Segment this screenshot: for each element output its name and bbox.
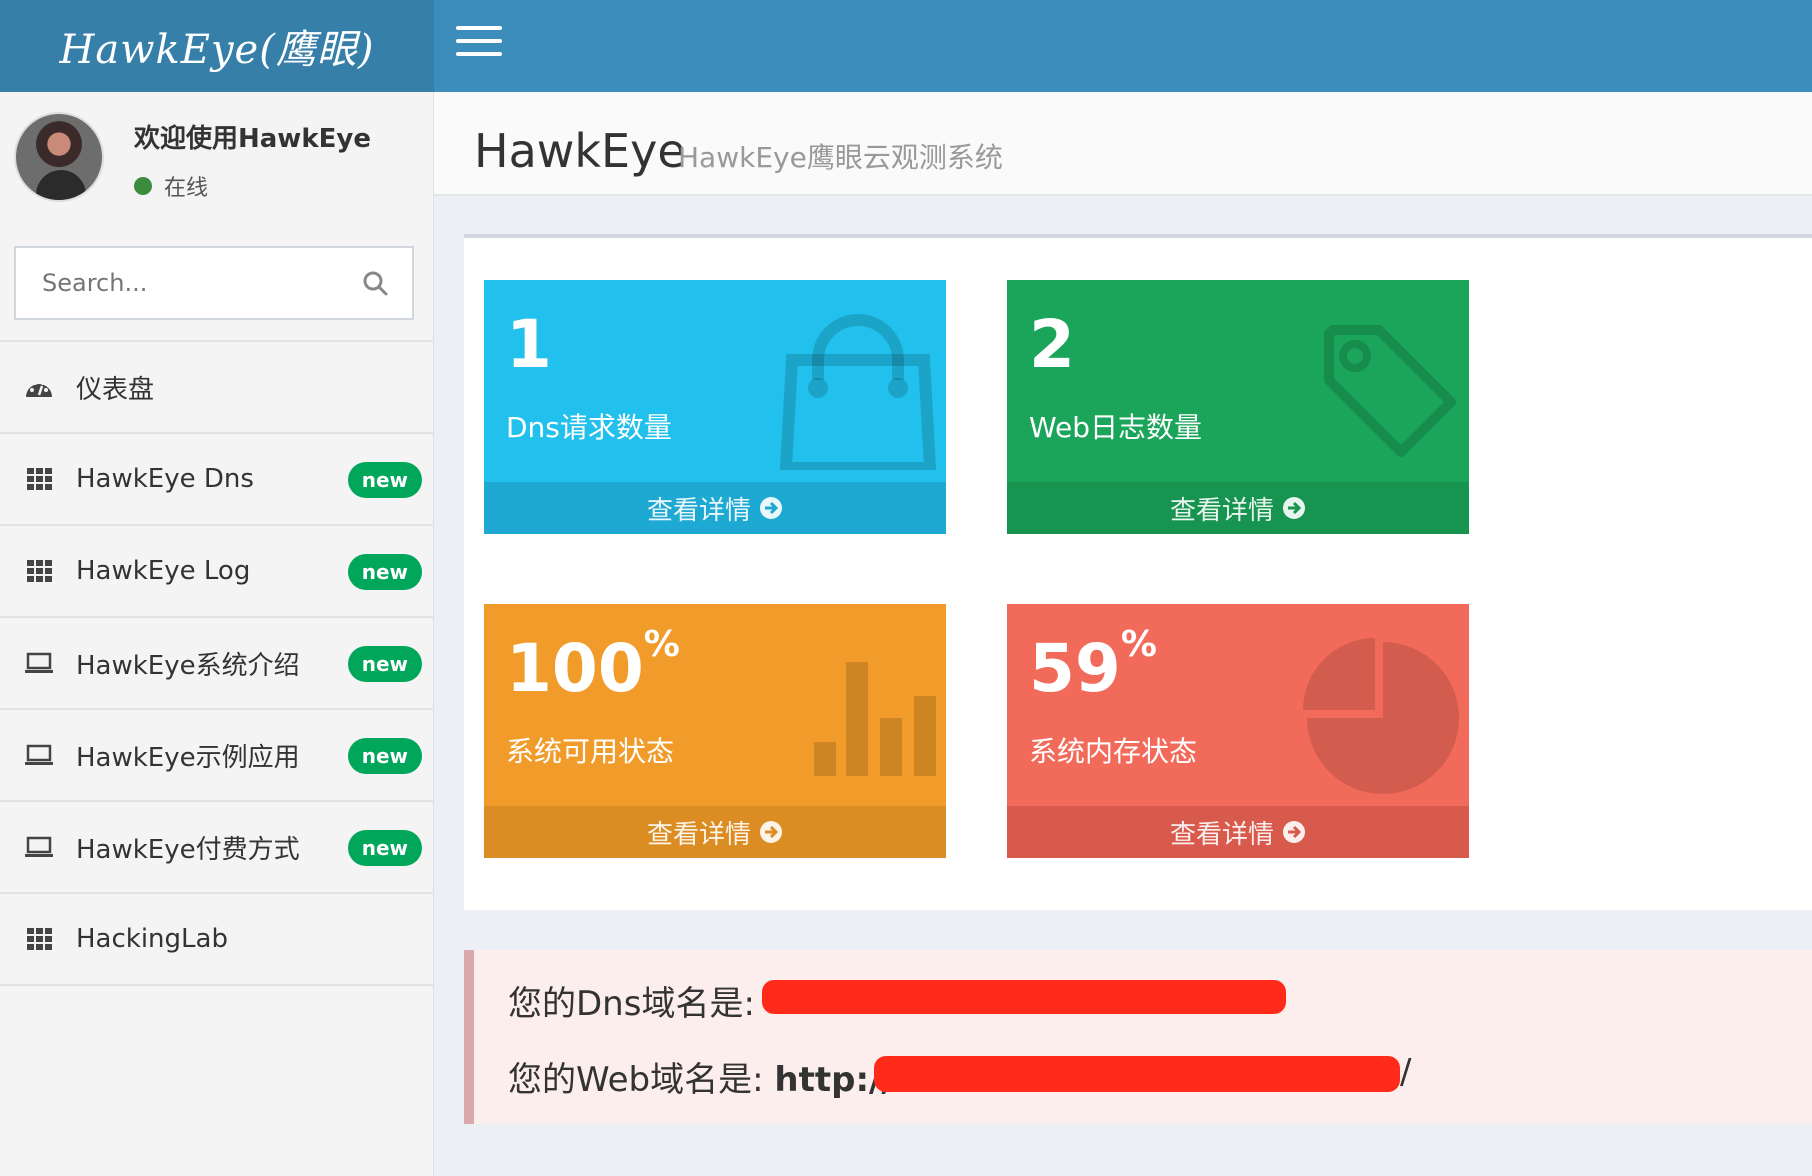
page-subtitle: HawkEye鹰眼云观测系统 (678, 141, 1003, 174)
stat-label: 系统可用状态 (506, 735, 675, 768)
logo-bar[interactable]: HawkEye(鹰眼) (0, 0, 434, 92)
avatar (14, 112, 104, 202)
stat-label: Dns请求数量 (506, 411, 672, 444)
page-title: HawkEye (474, 124, 686, 178)
sidebar-item-payment[interactable]: HawkEye付费方式 new (0, 802, 434, 894)
web-domain-suffix: / (1400, 1052, 1412, 1092)
stat-value: 100% (506, 624, 680, 707)
dns-domain-redaction (762, 980, 1286, 1014)
sidebar-toggle-icon[interactable] (456, 26, 502, 60)
stat-card-memory-status[interactable]: 59% 系统内存状态 查看详情 (1007, 604, 1469, 858)
new-badge: new (347, 738, 422, 774)
sidebar-item-dashboard[interactable]: 仪表盘 (0, 342, 434, 434)
sidebar-search (14, 246, 414, 320)
stat-card-dns-requests[interactable]: 1 Dns请求数量 查看详情 (484, 280, 946, 534)
stat-value: 1 (506, 306, 552, 383)
web-domain-suffix-line: / (1400, 1052, 1411, 1092)
domain-info-callout: 您的Dns域名是: 您的Web域名是: http:// / (464, 950, 1812, 1124)
sidebar-item-system-intro[interactable]: HawkEye系统介绍 new (0, 618, 434, 710)
sidebar-item-label: 仪表盘 (76, 374, 155, 405)
shopping-bag-icon (779, 314, 937, 470)
sidebar-item-label: HawkEye付费方式 (76, 834, 300, 865)
laptop-icon (24, 742, 54, 768)
laptop-icon (24, 834, 54, 860)
user-panel: 欢迎使用HawkEye 在线 (0, 92, 433, 242)
laptop-icon (24, 650, 54, 676)
sidebar-item-label: HawkEye Dns (76, 464, 254, 494)
sidebar-item-examples[interactable]: HawkEye示例应用 new (0, 710, 434, 802)
new-badge: new (347, 554, 422, 590)
stat-card-web-logs[interactable]: 2 Web日志数量 查看详情 (1007, 280, 1469, 534)
sidebar-item-label: HawkEye示例应用 (76, 742, 300, 773)
sidebar-item-hawkeye-dns[interactable]: HawkEye Dns new (0, 434, 434, 526)
sidebar-menu: 仪表盘 HawkEye Dns new HawkEye Log new Hawk… (0, 340, 434, 986)
grid-icon (24, 558, 54, 584)
new-badge: new (347, 830, 422, 866)
tag-icon (1324, 325, 1456, 457)
top-navbar (434, 0, 1812, 92)
stat-value: 59% (1029, 624, 1157, 707)
view-details-link[interactable]: 查看详情 (484, 482, 946, 534)
dashboard-icon (24, 374, 54, 400)
bar-chart-icon (814, 662, 936, 776)
stats-box: 1 Dns请求数量 查看详情 2 Web日志数量 查看详情 100% 系统可用状… (464, 234, 1812, 910)
content-header: HawkEye HawkEye鹰眼云观测系统 (434, 92, 1812, 196)
search-input[interactable] (16, 248, 336, 318)
online-dot-icon (134, 177, 152, 195)
new-badge: new (347, 646, 422, 682)
arrow-circle-right-icon (760, 497, 782, 519)
stat-value: 2 (1029, 306, 1075, 383)
online-status-label: 在线 (164, 176, 209, 201)
view-details-link[interactable]: 查看详情 (1007, 482, 1469, 534)
online-status: 在线 (134, 170, 208, 202)
web-domain-line: 您的Web域名是: http:// (508, 1052, 894, 1101)
sidebar-item-label: HawkEye系统介绍 (76, 650, 300, 681)
web-domain-label: 您的Web域名是: (508, 1060, 775, 1100)
web-domain-redaction (874, 1056, 1400, 1092)
grid-icon (24, 466, 54, 492)
dns-domain-label: 您的Dns域名是: (508, 984, 755, 1024)
sidebar-item-hackinglab[interactable]: HackingLab (0, 894, 434, 986)
grid-icon (24, 926, 54, 952)
view-details-link[interactable]: 查看详情 (1007, 806, 1469, 858)
sidebar-item-label: HawkEye Log (76, 556, 251, 586)
sidebar-item-hawkeye-log[interactable]: HawkEye Log new (0, 526, 434, 618)
arrow-circle-right-icon (1283, 821, 1305, 843)
stat-label: Web日志数量 (1029, 411, 1203, 444)
stat-label: 系统内存状态 (1029, 735, 1198, 768)
arrow-circle-right-icon (1283, 497, 1305, 519)
pie-chart-icon (1303, 638, 1459, 794)
logo[interactable]: HawkEye(鹰眼) (60, 17, 375, 75)
sidebar-item-label: HackingLab (76, 924, 228, 954)
new-badge: new (347, 462, 422, 498)
arrow-circle-right-icon (760, 821, 782, 843)
sidebar: 欢迎使用HawkEye 在线 仪表盘 (0, 92, 434, 1176)
dns-domain-line: 您的Dns域名是: (508, 976, 755, 1025)
search-icon[interactable] (362, 270, 388, 296)
stat-card-system-availability[interactable]: 100% 系统可用状态 查看详情 (484, 604, 946, 858)
welcome-text: 欢迎使用HawkEye (134, 124, 371, 154)
view-details-link[interactable]: 查看详情 (484, 806, 946, 858)
